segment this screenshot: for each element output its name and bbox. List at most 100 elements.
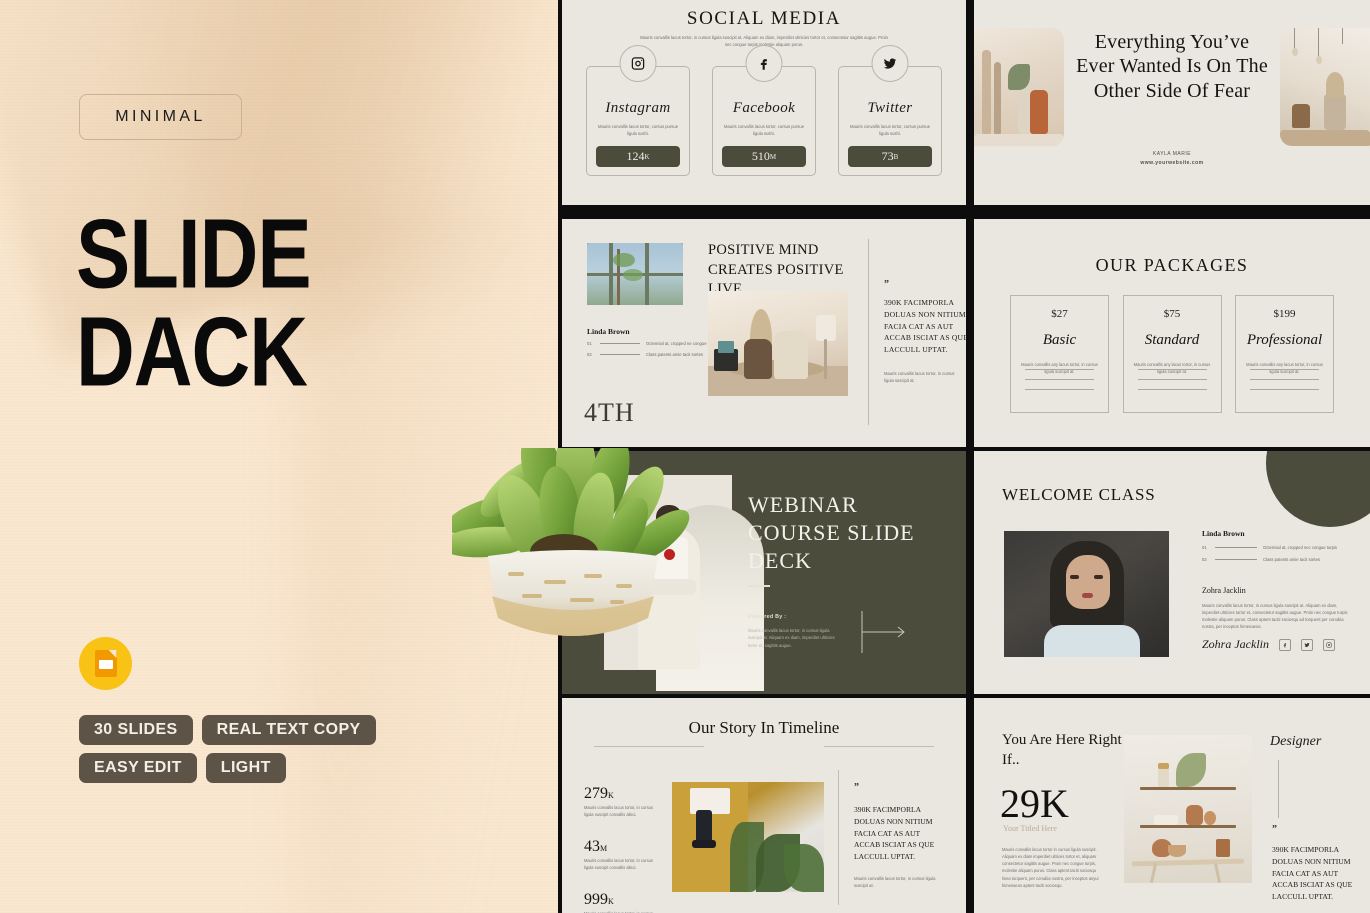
slide-positive-mind[interactable]: POSITIVE MIND CREATES POSITIVE LIVE Lind… [562, 219, 966, 447]
prepared-by-body: Mauris convallis lacus tortor, in cursus… [748, 628, 835, 648]
big-number: 29K [1000, 781, 1069, 826]
package-card-standard[interactable]: $75 Standard Mauris convallis any lacus … [1122, 295, 1222, 413]
feature-tag: EASY EDIT [79, 753, 197, 783]
social-card-name: Instagram [605, 100, 671, 116]
list-item-number: 02 [1202, 557, 1207, 562]
stat-value: 279 [584, 785, 608, 802]
slide-title: WEBINAR COURSE SLIDE DECK [748, 492, 915, 574]
google-slides-icon [79, 637, 132, 690]
decor-photo-shelf [1124, 735, 1252, 883]
social-card-desc: Mauris convallis lacus tortor, cursus pu… [723, 124, 805, 137]
package-card-list: $27 Basic Mauris convallis any lacus tor… [1010, 295, 1334, 413]
stat-unit: M [769, 152, 777, 161]
page-title: SLIDE DACK [76, 199, 312, 407]
slide-timeline[interactable]: Our Story In Timeline 279K Mauris conval… [562, 698, 966, 913]
minimal-badge-label: MINIMAL [115, 108, 206, 125]
quote-mark: ” [1272, 824, 1277, 835]
social-card-list: Instagram Mauris convallis lacus tortor,… [586, 45, 942, 176]
list-item-rule [1215, 547, 1257, 548]
quote-footnote: Mauris convallis lacus tortor, in cursus… [884, 371, 955, 383]
stat-desc: Mauris convallis lacus tortor, in cursus… [584, 805, 653, 817]
prepared-by-label: Prepared By : [748, 614, 787, 620]
slide-title: OUR PACKAGES [1095, 255, 1249, 275]
stat-number: 43M [584, 839, 662, 855]
arrow-right-icon [861, 611, 905, 653]
list-item: 02 Class patents amie tacit sortes [1202, 557, 1352, 562]
presenter-bio: Mauris convallis lacus tortor, in cursus… [1202, 603, 1348, 630]
decor-photo-portrait [1004, 531, 1169, 657]
list-item-number: 01 [587, 341, 592, 346]
social-card-name: Twitter [867, 100, 913, 116]
facebook-icon[interactable] [1279, 638, 1291, 651]
stat-value: 510 [751, 149, 770, 163]
social-card-stat: 73 B [848, 146, 932, 167]
package-feature-lines [1137, 369, 1207, 399]
list-item-label: Class patents amie tacit sortes [646, 352, 704, 357]
list-item-label: Class patents amie tacit sortes [1263, 557, 1321, 562]
social-card-desc: Mauris convallis lacus tortor, cursus pu… [597, 124, 679, 137]
stat-unit: K [608, 791, 614, 800]
package-card-basic[interactable]: $27 Basic Mauris convallis any lacus tor… [1010, 295, 1109, 413]
slides-doc-glyph [94, 650, 117, 677]
slide-grid: SOCIAL MEDIA Mauris convallis lacus tort… [558, 0, 1370, 913]
slide-webinar-cover[interactable]: WEBINAR COURSE SLIDE DECK Prepared By : … [562, 451, 966, 694]
credit-author: KAYLA MARIE [1152, 151, 1192, 157]
package-card-professional[interactable]: $199 Professional Mauris convallis any l… [1235, 295, 1334, 413]
stat-item: 999K Mauris convallis lacus tortor, in c… [584, 892, 662, 913]
body-text: Mauris convallis lacus tortor in cursus … [1002, 847, 1099, 888]
stat-value: 43 [584, 838, 600, 856]
stat-list: 279K Mauris convallis lacus tortor, in c… [584, 786, 662, 913]
list-item-label: Octennial at, cropped nec congue turpis [1263, 545, 1338, 550]
decor-photo-model [604, 475, 764, 691]
twitter-icon [871, 45, 909, 82]
minimal-badge: MINIMAL [79, 94, 242, 140]
twitter-icon[interactable] [1301, 638, 1313, 651]
slide-welcome-class[interactable]: WELCOME CLASS Linda Brown 01 Octennial a… [974, 451, 1370, 694]
feature-tag: LIGHT [205, 753, 286, 783]
slide-credit: KAYLA MARIE www.yourwebsite.com [974, 150, 1370, 167]
instagram-icon [619, 45, 657, 82]
decor-photo-window [587, 243, 683, 305]
title-rule-right [824, 746, 934, 747]
slide-our-packages[interactable]: OUR PACKAGES $27 Basic Mauris convallis … [974, 219, 1370, 447]
instagram-icon[interactable] [1323, 638, 1335, 651]
social-card-twitter[interactable]: Twitter Mauris convallis lacus tortor, c… [838, 45, 942, 176]
slide-title: SOCIAL MEDIA [686, 8, 842, 29]
list-item-rule [600, 354, 640, 355]
stat-unit: B [893, 152, 899, 161]
credit-website: www.yourwebsite.com [1140, 159, 1204, 166]
preview-canvas: MINIMAL SLIDE DACK 30 SLIDES REAL TEXT C… [0, 0, 1370, 913]
big-number: 4TH [584, 379, 635, 429]
slide-you-are-here[interactable]: You Are Here Right If.. 29K Your Titled … [974, 698, 1370, 913]
presenter-name: Zohra Jacklin [1202, 586, 1246, 595]
feature-tag: 30 SLIDES [79, 715, 193, 745]
package-name: Standard [1144, 332, 1200, 348]
list-item-number: 02 [587, 352, 592, 357]
slide-title: Our Story In Timeline [688, 718, 840, 737]
package-name: Basic [1042, 332, 1077, 348]
stat-value: 999 [584, 891, 608, 909]
hero-panel: MINIMAL SLIDE DACK 30 SLIDES REAL TEXT C… [0, 0, 558, 913]
decor-circle [1266, 451, 1370, 527]
list-item-label: Octennial at, cropped ne congue [646, 341, 707, 346]
slide-quote-fear[interactable]: Everything You’ve Ever Wanted Is On The … [974, 0, 1370, 205]
stat-item: 279K Mauris convallis lacus tortor, in c… [584, 786, 662, 818]
stat-unit: K [608, 897, 614, 907]
stat-value: 73 [881, 149, 894, 163]
decor-photo-interior [708, 291, 848, 396]
feature-tag: REAL TEXT COPY [201, 715, 376, 745]
big-number-caption: Your Titled Here [1003, 824, 1057, 833]
decor-photo-right [1280, 28, 1370, 146]
slide-social-media[interactable]: SOCIAL MEDIA Mauris convallis lacus tort… [562, 0, 966, 205]
package-price: $27 [1051, 308, 1068, 320]
feature-tags-row-2: EASY EDIT LIGHT [79, 753, 286, 783]
social-card-instagram[interactable]: Instagram Mauris convallis lacus tortor,… [586, 45, 690, 176]
decor-photo-plant [672, 782, 824, 892]
feature-tags-row-1: 30 SLIDES REAL TEXT COPY [79, 715, 376, 745]
decor-photo-left [974, 28, 1064, 146]
package-feature-lines [1250, 369, 1319, 399]
social-card-facebook[interactable]: Facebook Mauris convallis lacus tortor, … [712, 45, 816, 176]
stat-unit: M [600, 844, 608, 854]
signature: Zohra Jacklin [1202, 637, 1269, 651]
author-name: Linda Brown [1202, 529, 1245, 538]
